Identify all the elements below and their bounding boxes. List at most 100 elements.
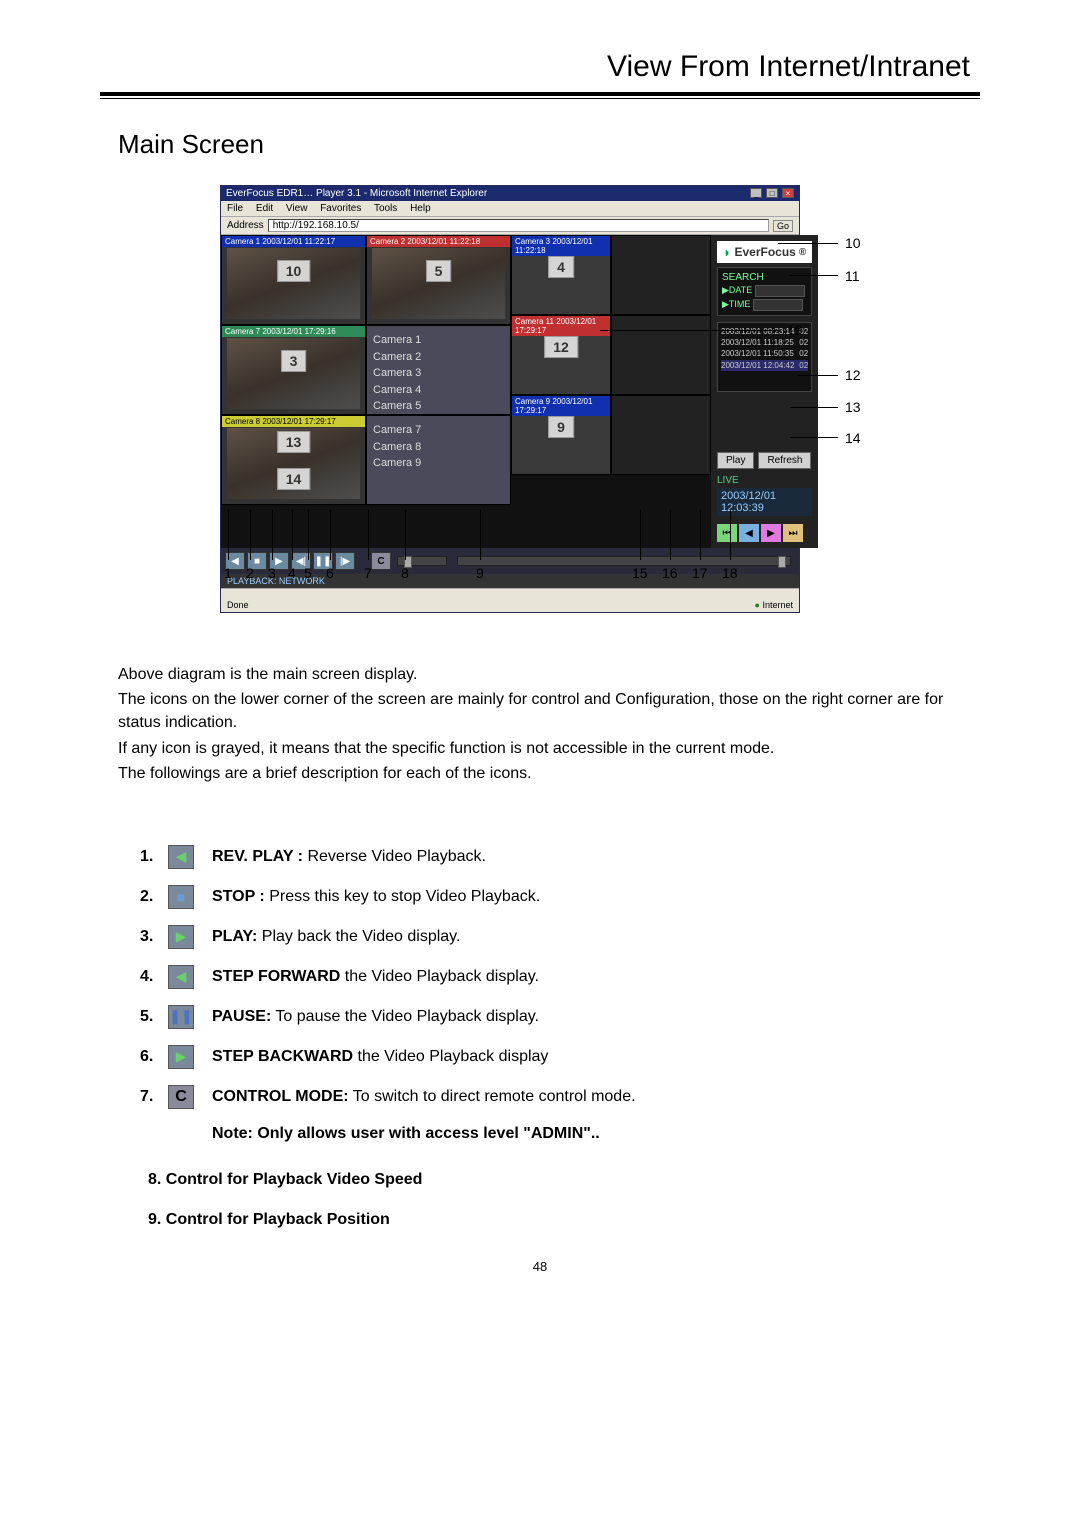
legend-row-8: 8. Control for Playback Video Speed <box>148 1171 980 1189</box>
legend-row-9: 9. Control for Playback Position <box>148 1211 980 1229</box>
refresh-button[interactable]: Refresh <box>758 452 811 469</box>
icon-legend-list: 1. ◀ REV. PLAY : Reverse Video Playback.… <box>140 845 980 1143</box>
logo-text: EverFocus <box>734 245 795 259</box>
menu-edit[interactable]: Edit <box>256 203 273 214</box>
legend-row: 2. ■ STOP : Press this key to stop Video… <box>140 885 980 909</box>
section-title: Main Screen <box>118 129 980 160</box>
legend-num: 1. <box>140 848 168 866</box>
camera-tile[interactable]: Camera 1 Camera 2 Camera 3 Camera 4 Came… <box>366 325 511 415</box>
browser-statusbar: Done ● Internet <box>221 598 799 612</box>
camera-title: Camera 9 2003/12/01 17:29:17 <box>512 396 610 416</box>
callout-13: 13 <box>845 399 861 415</box>
camera-list-item[interactable]: Camera 2 <box>373 349 504 366</box>
window-titlebar: EverFocus EDR1… Player 3.1 - Microsoft I… <box>221 186 799 201</box>
callout-17: 17 <box>692 565 708 581</box>
search-date-input[interactable] <box>755 285 805 297</box>
play-button[interactable]: Play <box>717 452 754 469</box>
balloon-14: 14 <box>277 468 311 490</box>
para-line: Above diagram is the main screen display… <box>118 663 962 686</box>
camera-list-item[interactable]: Camera 7 <box>373 422 504 439</box>
camera-list-item[interactable]: Camera 5 <box>373 398 504 415</box>
callout-6: 6 <box>326 565 334 581</box>
callout-9: 9 <box>476 565 484 581</box>
camera-title: Camera 2 2003/12/01 11:22:18 <box>367 236 510 247</box>
callout-18: 18 <box>722 565 738 581</box>
rev-play-icon: ◀ <box>168 845 194 869</box>
legend-row: 4. ◀ STEP FORWARD the Video Playback dis… <box>140 965 980 989</box>
log-row[interactable]: 2003/12/01 11:50:3502 <box>721 348 808 359</box>
legend-row: 7. C CONTROL MODE: To switch to direct r… <box>140 1085 980 1109</box>
legend-num: 3. <box>140 928 168 946</box>
camera-list: Camera 1 Camera 2 Camera 3 Camera 4 Came… <box>367 326 510 414</box>
callout-2: 2 <box>246 565 254 581</box>
header-rule-thick <box>100 92 980 96</box>
para-line: The icons on the lower corner of the scr… <box>118 688 962 734</box>
menu-favorites[interactable]: Favorites <box>320 203 361 214</box>
scrollbar-bottom[interactable] <box>221 588 799 598</box>
callout-8: 8 <box>401 565 409 581</box>
close-icon[interactable]: × <box>782 188 794 198</box>
legend-row: 3. ▶ PLAY: Play back the Video display. <box>140 925 980 949</box>
left-cam-grid: Camera 1 2003/12/01 11:22:17 10 Camera 2… <box>221 235 511 548</box>
go-button[interactable]: Go <box>773 220 793 232</box>
para-line: The followings are a brief description f… <box>118 762 962 785</box>
minimize-icon[interactable]: _ <box>750 188 762 198</box>
logo-icon: ◗ <box>723 244 731 260</box>
camera-tile[interactable]: Camera 11 2003/12/01 17:29:17 12 <box>511 315 611 395</box>
camera-list-item[interactable]: Camera 9 <box>373 455 504 472</box>
camera-list-item[interactable]: Camera 3 <box>373 365 504 382</box>
menu-tools[interactable]: Tools <box>374 203 397 214</box>
callout-5: 5 <box>304 565 312 581</box>
maximize-icon[interactable]: □ <box>766 188 778 198</box>
balloon-10: 10 <box>277 260 311 282</box>
plain-legend-list: 8. Control for Playback Video Speed 9. C… <box>148 1171 980 1229</box>
callout-10: 10 <box>845 235 861 251</box>
callout-12: 12 <box>845 367 861 383</box>
camera-tile[interactable]: Camera 2 2003/12/01 11:22:18 5 <box>366 235 511 325</box>
callout-14: 14 <box>845 430 861 446</box>
camera-tile[interactable]: Camera 7 Camera 8 Camera 9 <box>366 415 511 505</box>
callout-1: 1 <box>224 565 232 581</box>
camera-list-item[interactable]: Camera 8 <box>373 439 504 456</box>
status-left: Done <box>227 600 249 610</box>
legend-num: 4. <box>140 968 168 986</box>
right-column: Camera 3 2003/12/01 11:22:18 4 Camera 11… <box>511 235 711 548</box>
legend-row: 5. ❚❚ PAUSE: To pause the Video Playback… <box>140 1005 980 1029</box>
log-row[interactable]: 2003/12/01 11:18:2502 <box>721 337 808 348</box>
camera-list-item[interactable]: Camera 4 <box>373 382 504 399</box>
window-buttons: _ □ × <box>749 188 794 199</box>
page-header-title: View From Internet/Intranet <box>100 50 980 84</box>
page-number: 48 <box>100 1259 980 1274</box>
callout-4: 4 <box>288 565 296 581</box>
camera-tile[interactable]: Camera 3 2003/12/01 11:22:18 4 <box>511 235 611 315</box>
address-bar: Address http://192.168.10.5/ Go <box>221 217 799 235</box>
side-panel: ◗ EverFocus® SEARCH ▶DATE ▶TIME <box>711 235 818 548</box>
window-title-text: EverFocus EDR1… Player 3.1 - Microsoft I… <box>226 188 487 199</box>
log-row[interactable]: 2003/12/01 12:04:4202 <box>721 360 808 371</box>
browser-menubar: File Edit View Favorites Tools Help <box>221 201 799 217</box>
header-rule-thin <box>100 98 980 99</box>
viewer-area: Camera 1 2003/12/01 11:22:17 10 Camera 2… <box>221 235 799 548</box>
callout-16: 16 <box>662 565 678 581</box>
camera-tile[interactable]: Camera 9 2003/12/01 17:29:17 9 <box>511 395 611 475</box>
address-value[interactable]: http://192.168.10.5/ <box>268 219 769 232</box>
status-right: ● Internet <box>755 600 793 610</box>
legend-num: 7. <box>140 1088 168 1106</box>
camera-tile[interactable]: Camera 7 2003/12/01 17:29:16 3 <box>221 325 366 415</box>
balloon-13: 13 <box>277 431 311 453</box>
camera-tile[interactable]: Camera 8 2003/12/01 17:29:17 13 14 <box>221 415 366 505</box>
camera-tile[interactable]: Camera 1 2003/12/01 11:22:17 10 <box>221 235 366 325</box>
camera-list-item[interactable]: Camera 1 <box>373 332 504 349</box>
search-time-input[interactable] <box>753 299 803 311</box>
pause-icon: ❚❚ <box>168 1005 194 1029</box>
menu-help[interactable]: Help <box>410 203 431 214</box>
balloon-5: 5 <box>426 260 452 282</box>
menu-file[interactable]: File <box>227 203 243 214</box>
step-backward-icon: ▶ <box>168 1045 194 1069</box>
callout-7: 7 <box>364 565 372 581</box>
step-forward-icon: ◀ <box>168 965 194 989</box>
live-label: LIVE <box>717 475 812 486</box>
menu-view[interactable]: View <box>286 203 308 214</box>
stop-icon: ■ <box>168 885 194 909</box>
legend-num: 6. <box>140 1048 168 1066</box>
